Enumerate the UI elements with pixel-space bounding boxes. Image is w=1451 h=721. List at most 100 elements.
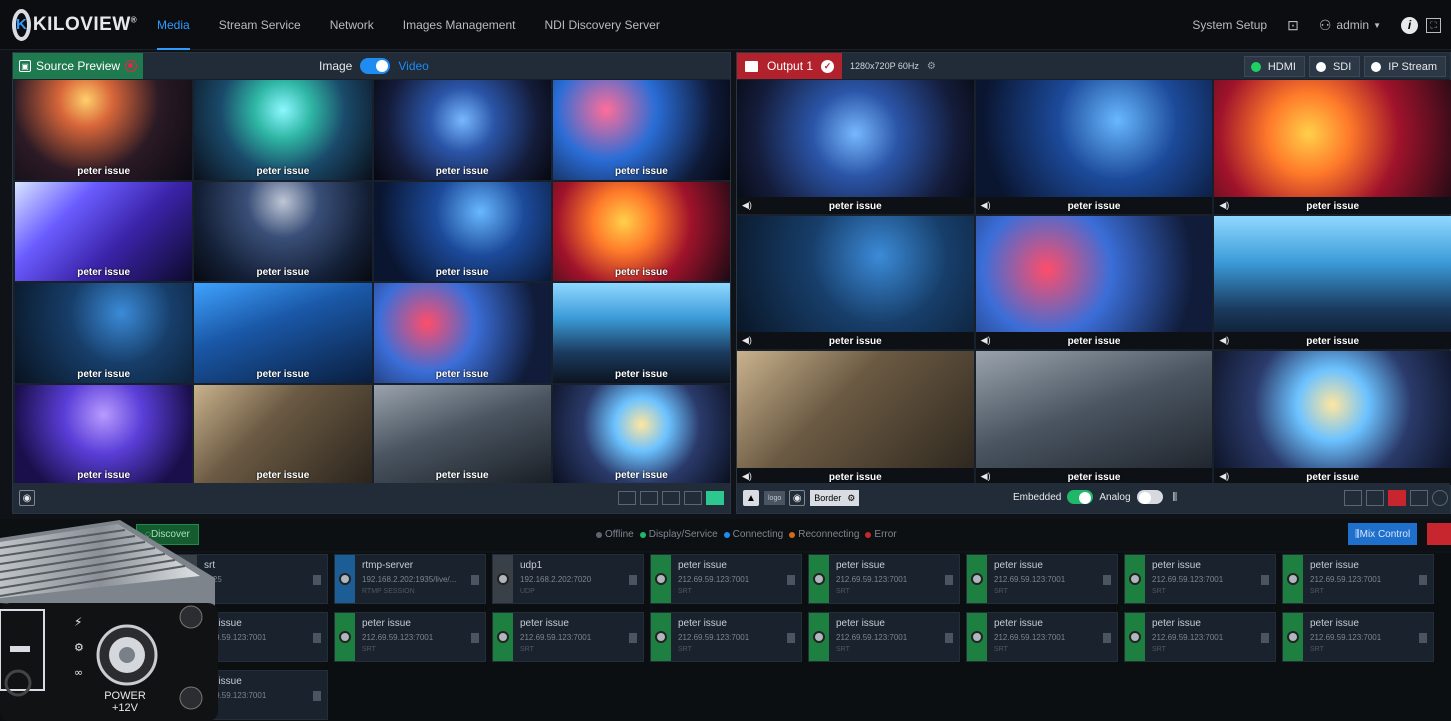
source-preview-tile[interactable]: peter issue xyxy=(373,181,551,281)
source-preview-tile[interactable]: peter issue xyxy=(552,80,730,180)
analog-switch[interactable] xyxy=(1136,490,1163,504)
export-icon[interactable]: ⊡ xyxy=(1287,17,1299,34)
source-card[interactable]: peter issue 212.69.59.123:7001 SRT xyxy=(808,554,960,604)
trash-icon[interactable] xyxy=(1419,575,1427,585)
layout-9-icon[interactable] xyxy=(1366,490,1384,506)
source-preview-tile[interactable]: peter issue xyxy=(552,384,730,484)
dropdown-check-icon[interactable]: ✓ xyxy=(821,59,835,73)
output-tile[interactable]: ◀) peter issue xyxy=(737,351,974,485)
source-preview-tile[interactable]: peter issue xyxy=(373,384,551,484)
output-tab[interactable]: Output 1 ✓ xyxy=(737,53,843,79)
trash-icon[interactable] xyxy=(629,575,637,585)
sdi-button[interactable]: SDI xyxy=(1308,56,1361,77)
eye-icon[interactable]: ◉ xyxy=(789,490,806,506)
source-preview-tile[interactable]: peter issue xyxy=(194,181,372,281)
trash-icon[interactable] xyxy=(787,633,795,643)
nav-stream-service[interactable]: Stream Service xyxy=(219,0,301,50)
trash-icon[interactable] xyxy=(313,691,321,701)
hdmi-button[interactable]: HDMI xyxy=(1243,56,1305,77)
trash-icon[interactable] xyxy=(787,575,795,585)
trash-icon[interactable] xyxy=(1103,575,1111,585)
source-card[interactable]: peter issue 212.69.59.123:7001 SRT xyxy=(650,554,802,604)
gear-icon[interactable]: ⚙ xyxy=(927,61,936,72)
source-card[interactable]: peter issue 212.69.59.123:7001 SRT xyxy=(334,612,486,662)
eye-icon[interactable]: ◉ xyxy=(19,490,35,506)
source-preview-tile[interactable]: peter issue xyxy=(15,283,193,383)
more-icon[interactable] xyxy=(1432,490,1448,506)
source-card[interactable]: peter issue 212.69.59.123:7001 SRT xyxy=(650,612,802,662)
source-card[interactable]: rtmp-server 192.168.2.202:1935/live/... RT… xyxy=(334,554,486,604)
voltage-label: +12V xyxy=(112,702,139,714)
trash-icon[interactable] xyxy=(945,633,953,643)
fullscreen-icon[interactable]: ⛶ xyxy=(1426,17,1441,33)
border-button[interactable]: Border ⚙ xyxy=(810,490,860,506)
source-card[interactable]: peter issue 212.69.59.123:7001 SRT xyxy=(966,554,1118,604)
embedded-switch[interactable] xyxy=(1067,490,1094,504)
output-tile[interactable]: ◀) peter issue xyxy=(975,80,1213,214)
trash-icon[interactable] xyxy=(629,633,637,643)
source-card[interactable]: udp1 192.168.2.202:7020 UDP xyxy=(492,554,644,604)
source-card[interactable]: peter issue 212.69.59.123:7001 SRT xyxy=(1282,554,1434,604)
trash-icon[interactable] xyxy=(313,633,321,643)
system-setup-link[interactable]: System Setup xyxy=(1192,18,1267,32)
ip-stream-button[interactable]: IP Stream xyxy=(1364,56,1446,77)
trash-icon[interactable] xyxy=(313,575,321,585)
nav-media[interactable]: Media xyxy=(157,0,190,50)
layout-9-icon[interactable] xyxy=(684,491,702,505)
nav-network[interactable]: Network xyxy=(330,0,374,50)
trash-icon[interactable] xyxy=(1261,575,1269,585)
layout-4-icon[interactable] xyxy=(662,491,680,505)
source-preview-tab[interactable]: ▣ Source Preview xyxy=(13,53,144,79)
nav-ndi-discovery-server[interactable]: NDI Discovery Server xyxy=(544,0,659,50)
mode-image-label: Image xyxy=(319,59,353,73)
source-card[interactable]: peter issue 212.69.59.123:7001 SRT xyxy=(1124,612,1276,662)
source-preview-tile[interactable]: peter issue xyxy=(194,283,372,383)
output-tile[interactable]: ◀) peter issue xyxy=(737,80,974,214)
source-preview-tile[interactable]: peter issue xyxy=(15,384,193,484)
info-icon[interactable]: i xyxy=(1401,16,1418,34)
source-preview-tile[interactable]: peter issue xyxy=(552,283,730,383)
chevron-down-icon[interactable]: ▼ xyxy=(1373,21,1381,30)
source-card[interactable]: peter issue 212.69.59.123:7001 SRT xyxy=(808,612,960,662)
layout-2-icon[interactable] xyxy=(640,491,658,505)
trash-icon[interactable] xyxy=(471,633,479,643)
image-video-switch[interactable] xyxy=(360,58,391,74)
layout-1-icon[interactable] xyxy=(618,491,636,505)
layout-1-icon[interactable] xyxy=(1344,490,1362,506)
trash-icon[interactable] xyxy=(1261,633,1269,643)
output-tile[interactable]: ◀) peter issue xyxy=(1214,80,1451,214)
source-card[interactable]: peter issue 212.69.59.123:7001 SRT xyxy=(492,612,644,662)
mix-control-button[interactable]: ⫼ Mix Control xyxy=(1348,523,1418,545)
kiloview-logo[interactable]: K KILOVIEW® xyxy=(12,8,137,41)
image-upload-icon[interactable]: ▲ xyxy=(743,490,759,506)
trash-icon[interactable] xyxy=(945,575,953,585)
output-tile[interactable]: ◀) peter issue xyxy=(737,215,974,350)
source-card[interactable]: peter issue 212.69.59.123:7001 SRT xyxy=(966,612,1118,662)
trash-icon[interactable] xyxy=(1419,633,1427,643)
source-preview-tile[interactable]: peter issue xyxy=(552,181,730,281)
source-preview-tile[interactable]: peter issue xyxy=(373,283,551,383)
layout-9b-icon[interactable] xyxy=(1388,490,1406,506)
source-preview-tile[interactable]: peter issue xyxy=(194,384,372,484)
layout-16-icon[interactable] xyxy=(706,491,724,505)
source-card[interactable]: peter issue 212.69.59.123:7001 SRT xyxy=(1124,554,1276,604)
user-menu[interactable]: admin xyxy=(1336,18,1369,32)
delete-button[interactable] xyxy=(1427,523,1451,545)
output-tile[interactable]: ◀) peter issue xyxy=(975,215,1213,350)
source-preview-tile[interactable]: peter issue xyxy=(15,80,193,180)
logo-button[interactable]: logo xyxy=(764,491,786,505)
trash-icon[interactable] xyxy=(471,575,479,585)
source-preview-tile[interactable]: peter issue xyxy=(373,80,551,180)
source-preview-tile[interactable]: peter issue xyxy=(15,181,193,281)
legend-display-service: Display/Service xyxy=(639,529,718,540)
output-tile[interactable]: ◀) peter issue xyxy=(1214,215,1451,350)
trash-icon[interactable] xyxy=(1103,633,1111,643)
nav-images-management[interactable]: Images Management xyxy=(403,0,516,50)
output-tile[interactable]: ◀) peter issue xyxy=(1214,351,1451,485)
record-icon[interactable] xyxy=(125,60,138,72)
output-tile[interactable]: ◀) peter issue xyxy=(975,351,1213,485)
source-preview-tile[interactable]: peter issue xyxy=(194,80,372,180)
layout-4-icon[interactable] xyxy=(1410,490,1428,506)
source-card[interactable]: peter issue 212.69.59.123:7001 SRT xyxy=(1282,612,1434,662)
mixer-icon[interactable]: ⫼ xyxy=(1173,492,1178,503)
